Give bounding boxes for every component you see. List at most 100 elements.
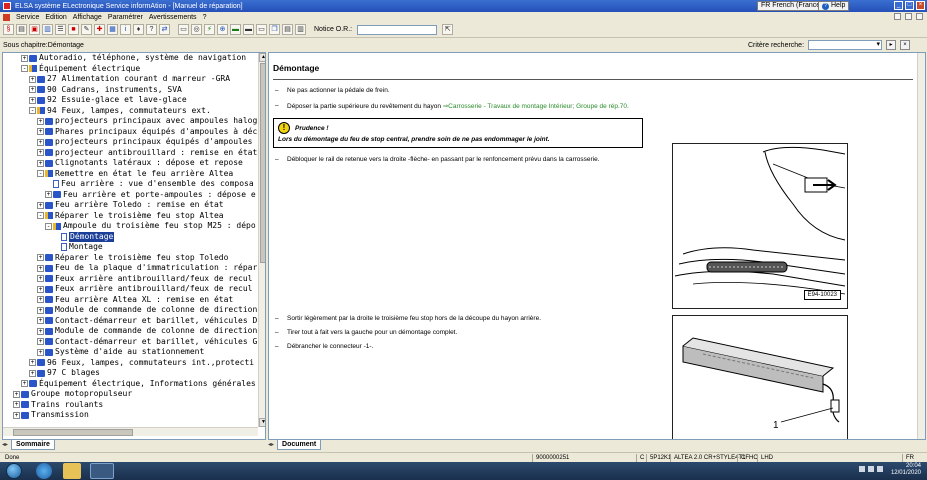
expand-icon[interactable]: + <box>29 86 36 94</box>
tree-item[interactable]: + projecteur antibrouillard : remise en é… <box>3 148 257 159</box>
expand-icon[interactable]: + <box>37 264 44 272</box>
expand-icon[interactable]: + <box>37 317 44 325</box>
expand-icon[interactable]: + <box>29 96 36 104</box>
expand-icon[interactable]: + <box>37 159 44 167</box>
network-icon[interactable] <box>868 466 874 472</box>
menu-edition[interactable]: Edition <box>45 14 66 21</box>
volume-icon[interactable] <box>877 466 883 472</box>
tree-item[interactable]: Démontage <box>3 231 257 242</box>
tree-item[interactable]: + Système d'aide au stationnement <box>3 347 257 358</box>
tree-item[interactable]: + Module de commande de colonne de direct… <box>3 305 257 316</box>
expand-icon[interactable]: + <box>13 411 20 419</box>
zoom-icon[interactable]: ⊕ <box>217 24 228 35</box>
repair-manual-icon[interactable]: § <box>3 24 14 35</box>
help-button[interactable]: ? Help <box>818 1 850 11</box>
expand-icon[interactable]: + <box>29 359 36 367</box>
tree-item[interactable]: - Réparer le troisième feu stop Altea <box>3 211 257 222</box>
tree-vertical-scrollbar[interactable]: ▲ ▼ <box>258 53 265 427</box>
expand-icon[interactable]: + <box>37 149 44 157</box>
layers-icon[interactable]: ▥ <box>295 24 306 35</box>
tree-item[interactable]: + Phares principaux équipés d'ampoules à … <box>3 127 257 138</box>
scroll-up-icon[interactable]: ▲ <box>259 53 265 62</box>
minimize-icon[interactable]: _ <box>894 1 903 10</box>
binoculars-icon[interactable]: ◎ <box>191 24 202 35</box>
calendar-icon[interactable]: ▦ <box>107 24 118 35</box>
language-selector[interactable]: FR French (France) <box>757 1 827 11</box>
expand-icon[interactable]: + <box>45 191 52 199</box>
stop-icon[interactable]: ■ <box>68 24 79 35</box>
maximize-icon[interactable]: □ <box>905 1 914 10</box>
tree-item[interactable]: + Clignotants latéraux : dépose et repose <box>3 158 257 169</box>
order-icon[interactable]: ▣ <box>29 24 40 35</box>
stack-icon[interactable]: ▤ <box>282 24 293 35</box>
info-icon[interactable]: i <box>120 24 131 35</box>
expand-icon[interactable]: + <box>13 390 20 398</box>
menu-avertissements[interactable]: Avertissements <box>149 14 197 21</box>
list-icon[interactable]: ☰ <box>55 24 66 35</box>
collapse-icon[interactable]: - <box>37 212 44 220</box>
copy-icon[interactable]: ❐ <box>269 24 280 35</box>
car-icon[interactable]: ▬ <box>243 24 254 35</box>
tab-scroll-icon[interactable]: ◂▸ <box>2 441 8 450</box>
menu-help[interactable]: ? <box>203 14 207 21</box>
internet-explorer-icon[interactable] <box>36 463 52 479</box>
tree-item[interactable]: + Contact-démarreur et barillet, véhicule… <box>3 337 257 348</box>
tree-item[interactable]: - Équipement électrique <box>3 64 257 75</box>
tree-item[interactable]: + Groupe motopropulseur <box>3 389 257 400</box>
tree-item[interactable]: - 94 Feux, lampes, commutateurs ext. <box>3 106 257 117</box>
notice-apply-icon[interactable]: ⇱ <box>442 24 454 35</box>
tree-item[interactable]: + Trains roulants <box>3 400 257 411</box>
diagnosis-icon[interactable]: ✚ <box>94 24 105 35</box>
mdi-minimize-icon[interactable] <box>894 13 901 20</box>
expand-icon[interactable]: + <box>37 327 44 335</box>
sync-icon[interactable]: ⇄ <box>159 24 170 35</box>
tree-item[interactable]: + Feu de la plaque d'immatriculation : ré… <box>3 263 257 274</box>
expand-icon[interactable]: + <box>37 338 44 346</box>
collapse-icon[interactable]: - <box>29 107 36 115</box>
tree-item[interactable]: - Ampoule du troisième feu stop M25 : dép… <box>3 221 257 232</box>
bookmark-icon[interactable]: ▭ <box>178 24 189 35</box>
close-icon[interactable]: × <box>916 1 925 10</box>
expand-icon[interactable]: + <box>13 401 20 409</box>
clock[interactable]: 20:04 12/01/2020 <box>891 463 921 477</box>
tree-horizontal-scrollbar[interactable] <box>3 427 258 436</box>
wiring-icon[interactable]: ⚡ <box>204 24 215 35</box>
start-button[interactable] <box>6 463 22 479</box>
tree-item[interactable]: - Remettre en état le feu arrière Altea <box>3 169 257 180</box>
tree-item[interactable]: Montage <box>3 242 257 253</box>
expand-icon[interactable]: + <box>21 54 28 62</box>
expand-icon[interactable]: + <box>37 348 44 356</box>
collapse-icon[interactable]: - <box>45 222 52 230</box>
tree-item[interactable]: + Équipement électrique, Informations gén… <box>3 379 257 390</box>
expand-icon[interactable]: + <box>29 75 36 83</box>
tree-item[interactable]: + Feu arrière Altea XL : remise en état <box>3 295 257 306</box>
tree-scroll-thumb[interactable] <box>260 63 265 263</box>
tree-item[interactable]: + projecteurs principaux avec ampoules ha… <box>3 116 257 127</box>
search-go-icon[interactable]: ▸ <box>886 40 897 50</box>
carrosserie-link[interactable]: ⇒Carrosserie - Travaux de montage Intéri… <box>443 103 629 110</box>
tree-item[interactable]: + Réparer le troisième feu stop Toledo <box>3 253 257 264</box>
expand-icon[interactable]: + <box>21 380 28 388</box>
collapse-icon[interactable]: - <box>21 65 28 73</box>
expand-icon[interactable]: + <box>37 128 44 136</box>
tab-document[interactable]: Document <box>277 440 322 450</box>
lamp-icon[interactable]: ♦ <box>133 24 144 35</box>
tree-item[interactable]: + Feux arrière antibrouillard/feux de rec… <box>3 274 257 285</box>
tree-item[interactable]: + Feu arrière et porte-ampoules : dépose … <box>3 190 257 201</box>
search-clear-icon[interactable]: × <box>900 40 911 50</box>
mdi-close-icon[interactable] <box>916 13 923 20</box>
document-vertical-scrollbar[interactable] <box>917 53 925 439</box>
doc-tab-scroll-icon[interactable]: ◂▸ <box>268 441 274 450</box>
notice-input[interactable] <box>357 24 438 35</box>
expand-icon[interactable]: + <box>37 254 44 262</box>
tree-item[interactable]: + Contact-démarreur et barillet, véhicule… <box>3 316 257 327</box>
expand-icon[interactable]: + <box>37 306 44 314</box>
file-explorer-icon[interactable] <box>63 463 81 479</box>
expand-icon[interactable]: + <box>37 285 44 293</box>
tree-item[interactable]: +90 Cadrans, instruments, SVA <box>3 85 257 96</box>
menu-affichage[interactable]: Affichage <box>73 14 102 21</box>
mdi-restore-icon[interactable] <box>905 13 912 20</box>
expand-icon[interactable]: + <box>37 296 44 304</box>
tree-item[interactable]: + Transmission <box>3 410 257 421</box>
expand-icon[interactable]: + <box>37 117 44 125</box>
